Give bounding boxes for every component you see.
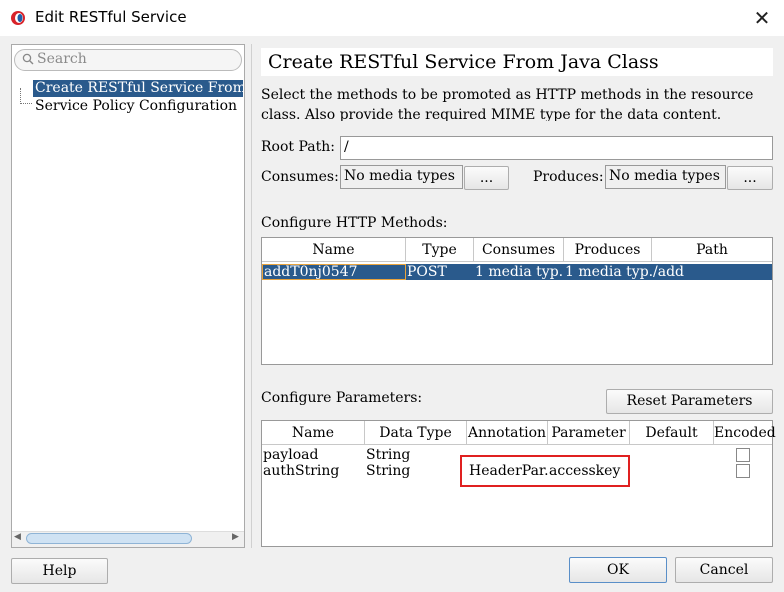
scrollbar-thumb[interactable]	[26, 533, 192, 544]
consumes-browse-button[interactable]: ...	[464, 166, 509, 190]
root-path-input[interactable]: /	[340, 136, 773, 160]
method-type-cell[interactable]: POST	[406, 264, 474, 280]
column-header-name[interactable]: Name	[262, 238, 406, 262]
method-consumes-cell[interactable]: 1 media typ...	[474, 264, 564, 280]
column-header-data-type[interactable]: Data Type	[365, 421, 467, 445]
nav-item-create-restful[interactable]: Create RESTful Service From Jav	[33, 80, 243, 97]
nav-item-service-policy[interactable]: Service Policy Configuration	[35, 98, 237, 115]
search-icon	[22, 53, 34, 65]
consumes-field: No media types	[340, 165, 463, 189]
page-title: Create RESTful Service From Java Class	[268, 51, 659, 73]
encoded-checkbox[interactable]	[736, 464, 750, 478]
methods-table: Name Type Consumes Produces Path addT0nj…	[261, 237, 773, 365]
scroll-left-icon[interactable]: ◀	[14, 532, 21, 542]
splitter[interactable]	[251, 44, 252, 548]
column-header-encoded[interactable]: Encoded	[714, 421, 776, 445]
search-placeholder: Search	[37, 51, 87, 67]
cancel-button[interactable]: Cancel	[675, 557, 773, 583]
nav-panel	[11, 44, 245, 548]
produces-browse-button[interactable]: ...	[727, 166, 773, 190]
root-path-label: Root Path:	[261, 139, 335, 155]
column-header-parameter[interactable]: Parameter	[548, 421, 630, 445]
help-button[interactable]: Help	[11, 558, 108, 584]
param-type-cell[interactable]: String	[365, 447, 467, 463]
scroll-right-icon[interactable]: ▶	[232, 532, 239, 542]
ok-button[interactable]: OK	[569, 557, 667, 583]
column-header-produces[interactable]: Produces	[564, 238, 652, 262]
column-header-annotation[interactable]: Annotation	[467, 421, 548, 445]
param-name-cell[interactable]: authString	[262, 463, 365, 479]
tree-connector	[20, 88, 32, 104]
produces-field: No media types	[605, 165, 726, 189]
params-label: Configure Parameters:	[261, 390, 423, 406]
methods-label: Configure HTTP Methods:	[261, 215, 448, 231]
reset-parameters-button[interactable]: Reset Parameters	[606, 389, 773, 414]
method-name-cell[interactable]: addT0nj0547	[262, 264, 406, 280]
column-header-type[interactable]: Type	[406, 238, 474, 262]
param-type-cell[interactable]: String	[365, 463, 467, 479]
consumes-label: Consumes:	[261, 169, 339, 185]
column-header-name[interactable]: Name	[262, 421, 365, 445]
description-text: Select the methods to be promoted as HTT…	[261, 87, 754, 121]
method-path-cell[interactable]: /add	[652, 264, 772, 280]
produces-label: Produces:	[533, 169, 604, 185]
close-icon[interactable]: ✕	[750, 6, 774, 30]
app-icon	[11, 11, 25, 25]
column-header-consumes[interactable]: Consumes	[474, 238, 564, 262]
param-name-cell[interactable]: payload	[262, 447, 365, 463]
column-header-path[interactable]: Path	[652, 238, 772, 262]
window-title: Edit RESTful Service	[35, 8, 187, 26]
table-row[interactable]: addT0nj0547 POST 1 media typ... 1 media …	[262, 264, 772, 280]
highlight-annotation	[460, 455, 630, 487]
column-header-default[interactable]: Default	[630, 421, 714, 445]
encoded-checkbox[interactable]	[736, 448, 750, 462]
method-produces-cell[interactable]: 1 media typ...	[564, 264, 652, 280]
